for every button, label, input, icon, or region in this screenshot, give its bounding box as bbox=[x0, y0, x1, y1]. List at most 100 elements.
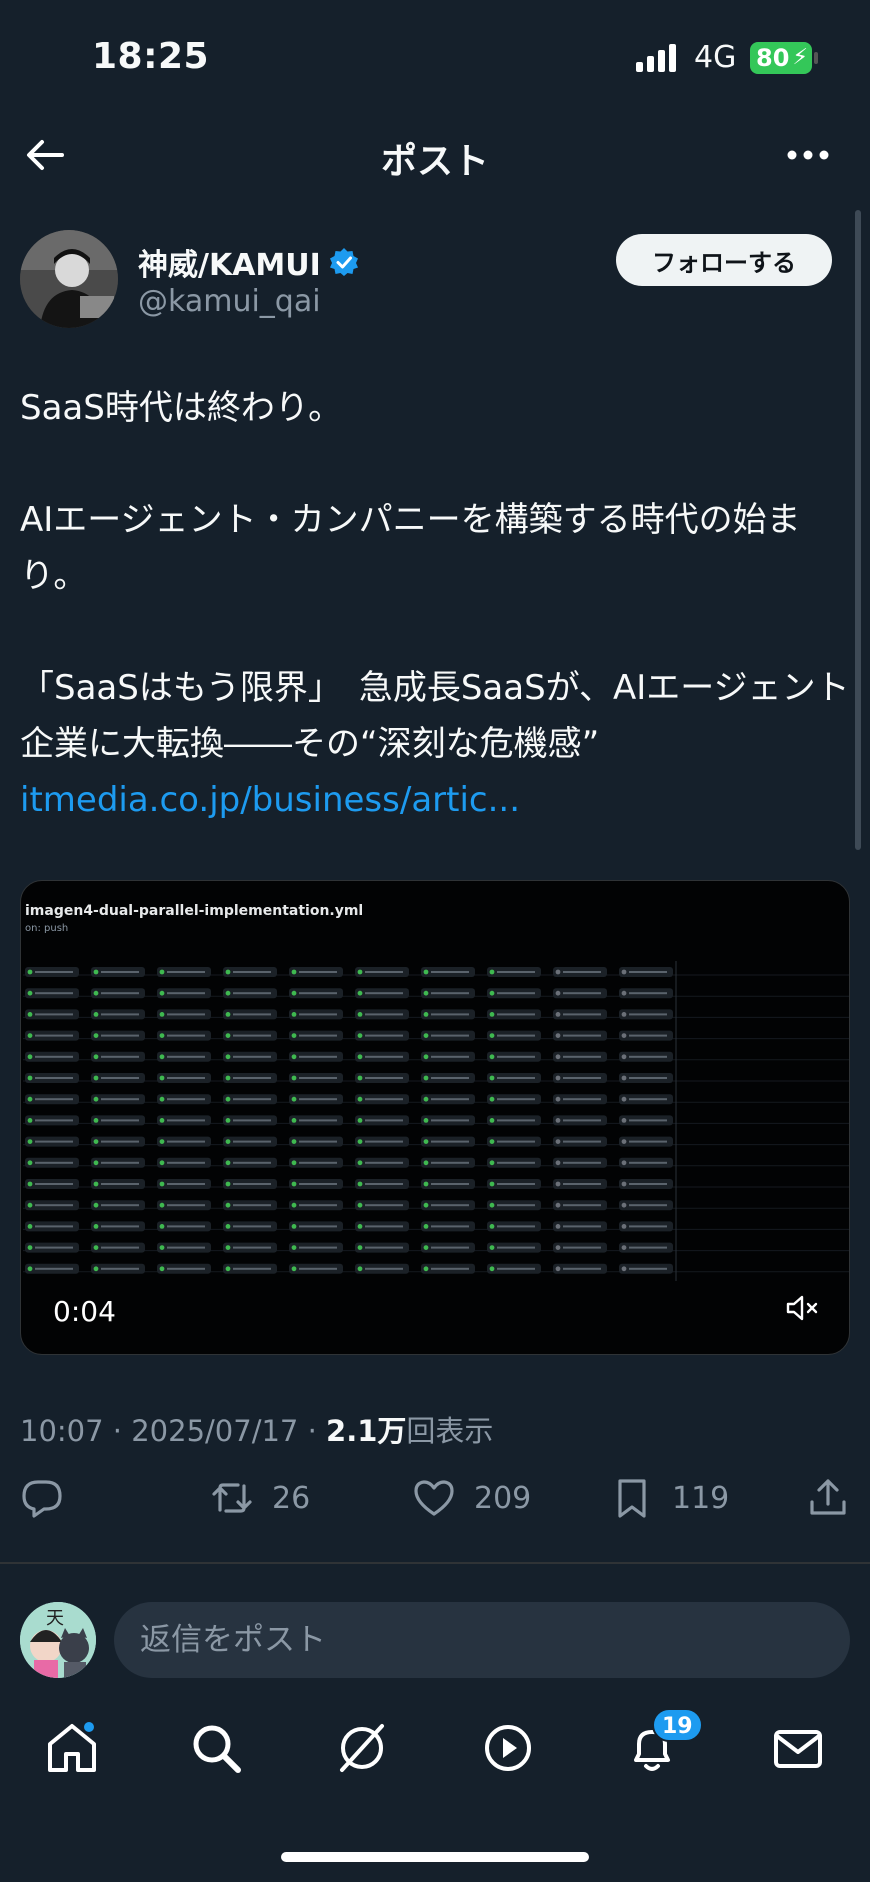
job-label-line bbox=[101, 1140, 139, 1143]
job-status-dot bbox=[159, 1266, 165, 1272]
job-label-line bbox=[365, 992, 403, 995]
job-status-dot bbox=[27, 1245, 33, 1250]
reply-icon bbox=[22, 1480, 62, 1518]
video-player[interactable]: imagen4-dual-parallel-implementation.yml… bbox=[20, 880, 850, 1355]
job-status-dot bbox=[159, 1181, 165, 1187]
job-status-dot bbox=[555, 1054, 561, 1060]
verified-badge-icon bbox=[329, 248, 358, 276]
job-label-line bbox=[629, 1140, 667, 1143]
job-label-line bbox=[299, 1013, 337, 1016]
job-status-dot bbox=[555, 1118, 561, 1123]
job-status-dot bbox=[225, 990, 231, 996]
bookmark-count: 119 bbox=[672, 1480, 730, 1516]
job-label-line bbox=[167, 1183, 205, 1185]
job-label-line bbox=[101, 1098, 139, 1101]
job-label-line bbox=[101, 1161, 139, 1164]
repost-button[interactable]: 26 bbox=[210, 1476, 310, 1520]
job-label-line bbox=[299, 1183, 337, 1185]
job-status-dot bbox=[423, 1266, 429, 1272]
job-label-line bbox=[101, 1034, 139, 1037]
job-status-dot bbox=[357, 1160, 363, 1166]
job-status-dot bbox=[423, 1224, 429, 1229]
job-label-line bbox=[233, 1225, 271, 1228]
follow-button[interactable]: フォローする bbox=[616, 234, 832, 286]
job-label-line bbox=[431, 1225, 469, 1228]
job-label-line bbox=[431, 1013, 469, 1016]
job-status-dot bbox=[621, 1118, 627, 1123]
job-label-line bbox=[365, 1267, 403, 1270]
author-handle[interactable]: @kamui_qai bbox=[138, 284, 321, 319]
job-label-line bbox=[563, 1077, 601, 1079]
job-status-dot bbox=[357, 1054, 363, 1060]
job-status-dot bbox=[291, 1075, 297, 1081]
job-status-dot bbox=[159, 1075, 165, 1081]
job-status-dot bbox=[555, 1033, 561, 1038]
job-status-dot bbox=[489, 1202, 495, 1208]
job-status-dot bbox=[93, 1224, 99, 1229]
job-label-line bbox=[563, 1204, 601, 1207]
author-name[interactable]: 神威/KAMUI bbox=[138, 240, 321, 284]
job-status-dot bbox=[93, 1054, 99, 1060]
tweet-body: SaaS時代は終わり。 AIエージェント・カンパニーを構築する時代の始まり。 「… bbox=[20, 380, 850, 828]
job-label-line bbox=[497, 1225, 535, 1228]
job-status-dot bbox=[555, 990, 561, 996]
job-label-line bbox=[35, 1183, 73, 1185]
job-status-dot bbox=[489, 1266, 495, 1272]
job-status-dot bbox=[291, 1118, 297, 1123]
battery-level: 80 bbox=[756, 44, 790, 72]
job-status-dot bbox=[621, 969, 627, 975]
author-avatar[interactable] bbox=[20, 230, 118, 328]
job-label-line bbox=[299, 1034, 337, 1037]
job-status-dot bbox=[159, 1224, 165, 1229]
job-status-dot bbox=[27, 1139, 33, 1144]
job-label-line bbox=[233, 1246, 271, 1249]
job-label-line bbox=[365, 1204, 403, 1207]
job-status-dot bbox=[621, 1160, 627, 1166]
share-button[interactable] bbox=[806, 1476, 850, 1520]
user-avatar[interactable]: 天 bbox=[20, 1602, 96, 1678]
job-status-dot bbox=[93, 1266, 99, 1272]
reply-input[interactable]: 返信をポスト bbox=[114, 1602, 850, 1678]
job-status-dot bbox=[27, 969, 33, 975]
job-status-dot bbox=[621, 1075, 627, 1081]
more-options-icon[interactable] bbox=[784, 140, 832, 170]
job-label-line bbox=[35, 1034, 73, 1037]
job-label-line bbox=[629, 1161, 667, 1164]
job-label-line bbox=[497, 1098, 535, 1101]
bookmark-button[interactable]: 119 bbox=[610, 1476, 729, 1520]
scrollbar[interactable] bbox=[855, 210, 861, 850]
job-label-line bbox=[101, 1204, 139, 1207]
messages-icon[interactable] bbox=[770, 1720, 826, 1776]
like-button[interactable]: 209 bbox=[412, 1476, 531, 1520]
job-status-dot bbox=[225, 1118, 231, 1123]
job-label-line bbox=[167, 1225, 205, 1228]
job-label-line bbox=[101, 971, 139, 973]
job-label-line bbox=[629, 1225, 667, 1228]
job-label-line bbox=[497, 992, 535, 995]
job-label-line bbox=[563, 1034, 601, 1037]
mute-icon[interactable] bbox=[785, 1293, 821, 1323]
job-status-dot bbox=[93, 1075, 99, 1081]
job-status-dot bbox=[357, 1266, 363, 1272]
job-label-line bbox=[167, 971, 205, 973]
job-status-dot bbox=[27, 1096, 33, 1102]
job-label-line bbox=[101, 1246, 139, 1249]
video-tab-icon[interactable] bbox=[480, 1720, 536, 1776]
job-label-line bbox=[299, 1267, 337, 1270]
grok-icon[interactable] bbox=[334, 1720, 390, 1776]
reply-button[interactable] bbox=[20, 1476, 64, 1520]
job-status-dot bbox=[489, 1096, 495, 1102]
job-status-dot bbox=[555, 1224, 561, 1229]
job-status-dot bbox=[93, 969, 99, 975]
job-label-line bbox=[365, 971, 403, 973]
job-status-dot bbox=[291, 1012, 297, 1017]
job-status-dot bbox=[291, 1202, 297, 1208]
search-icon[interactable] bbox=[188, 1720, 244, 1776]
tweet-link[interactable]: itmedia.co.jp/business/artic... bbox=[20, 780, 520, 820]
job-status-dot bbox=[291, 1245, 297, 1250]
job-status-dot bbox=[159, 969, 165, 975]
job-status-dot bbox=[93, 1033, 99, 1038]
job-label-line bbox=[497, 1055, 535, 1058]
job-status-dot bbox=[357, 1202, 363, 1208]
job-status-dot bbox=[225, 1033, 231, 1038]
